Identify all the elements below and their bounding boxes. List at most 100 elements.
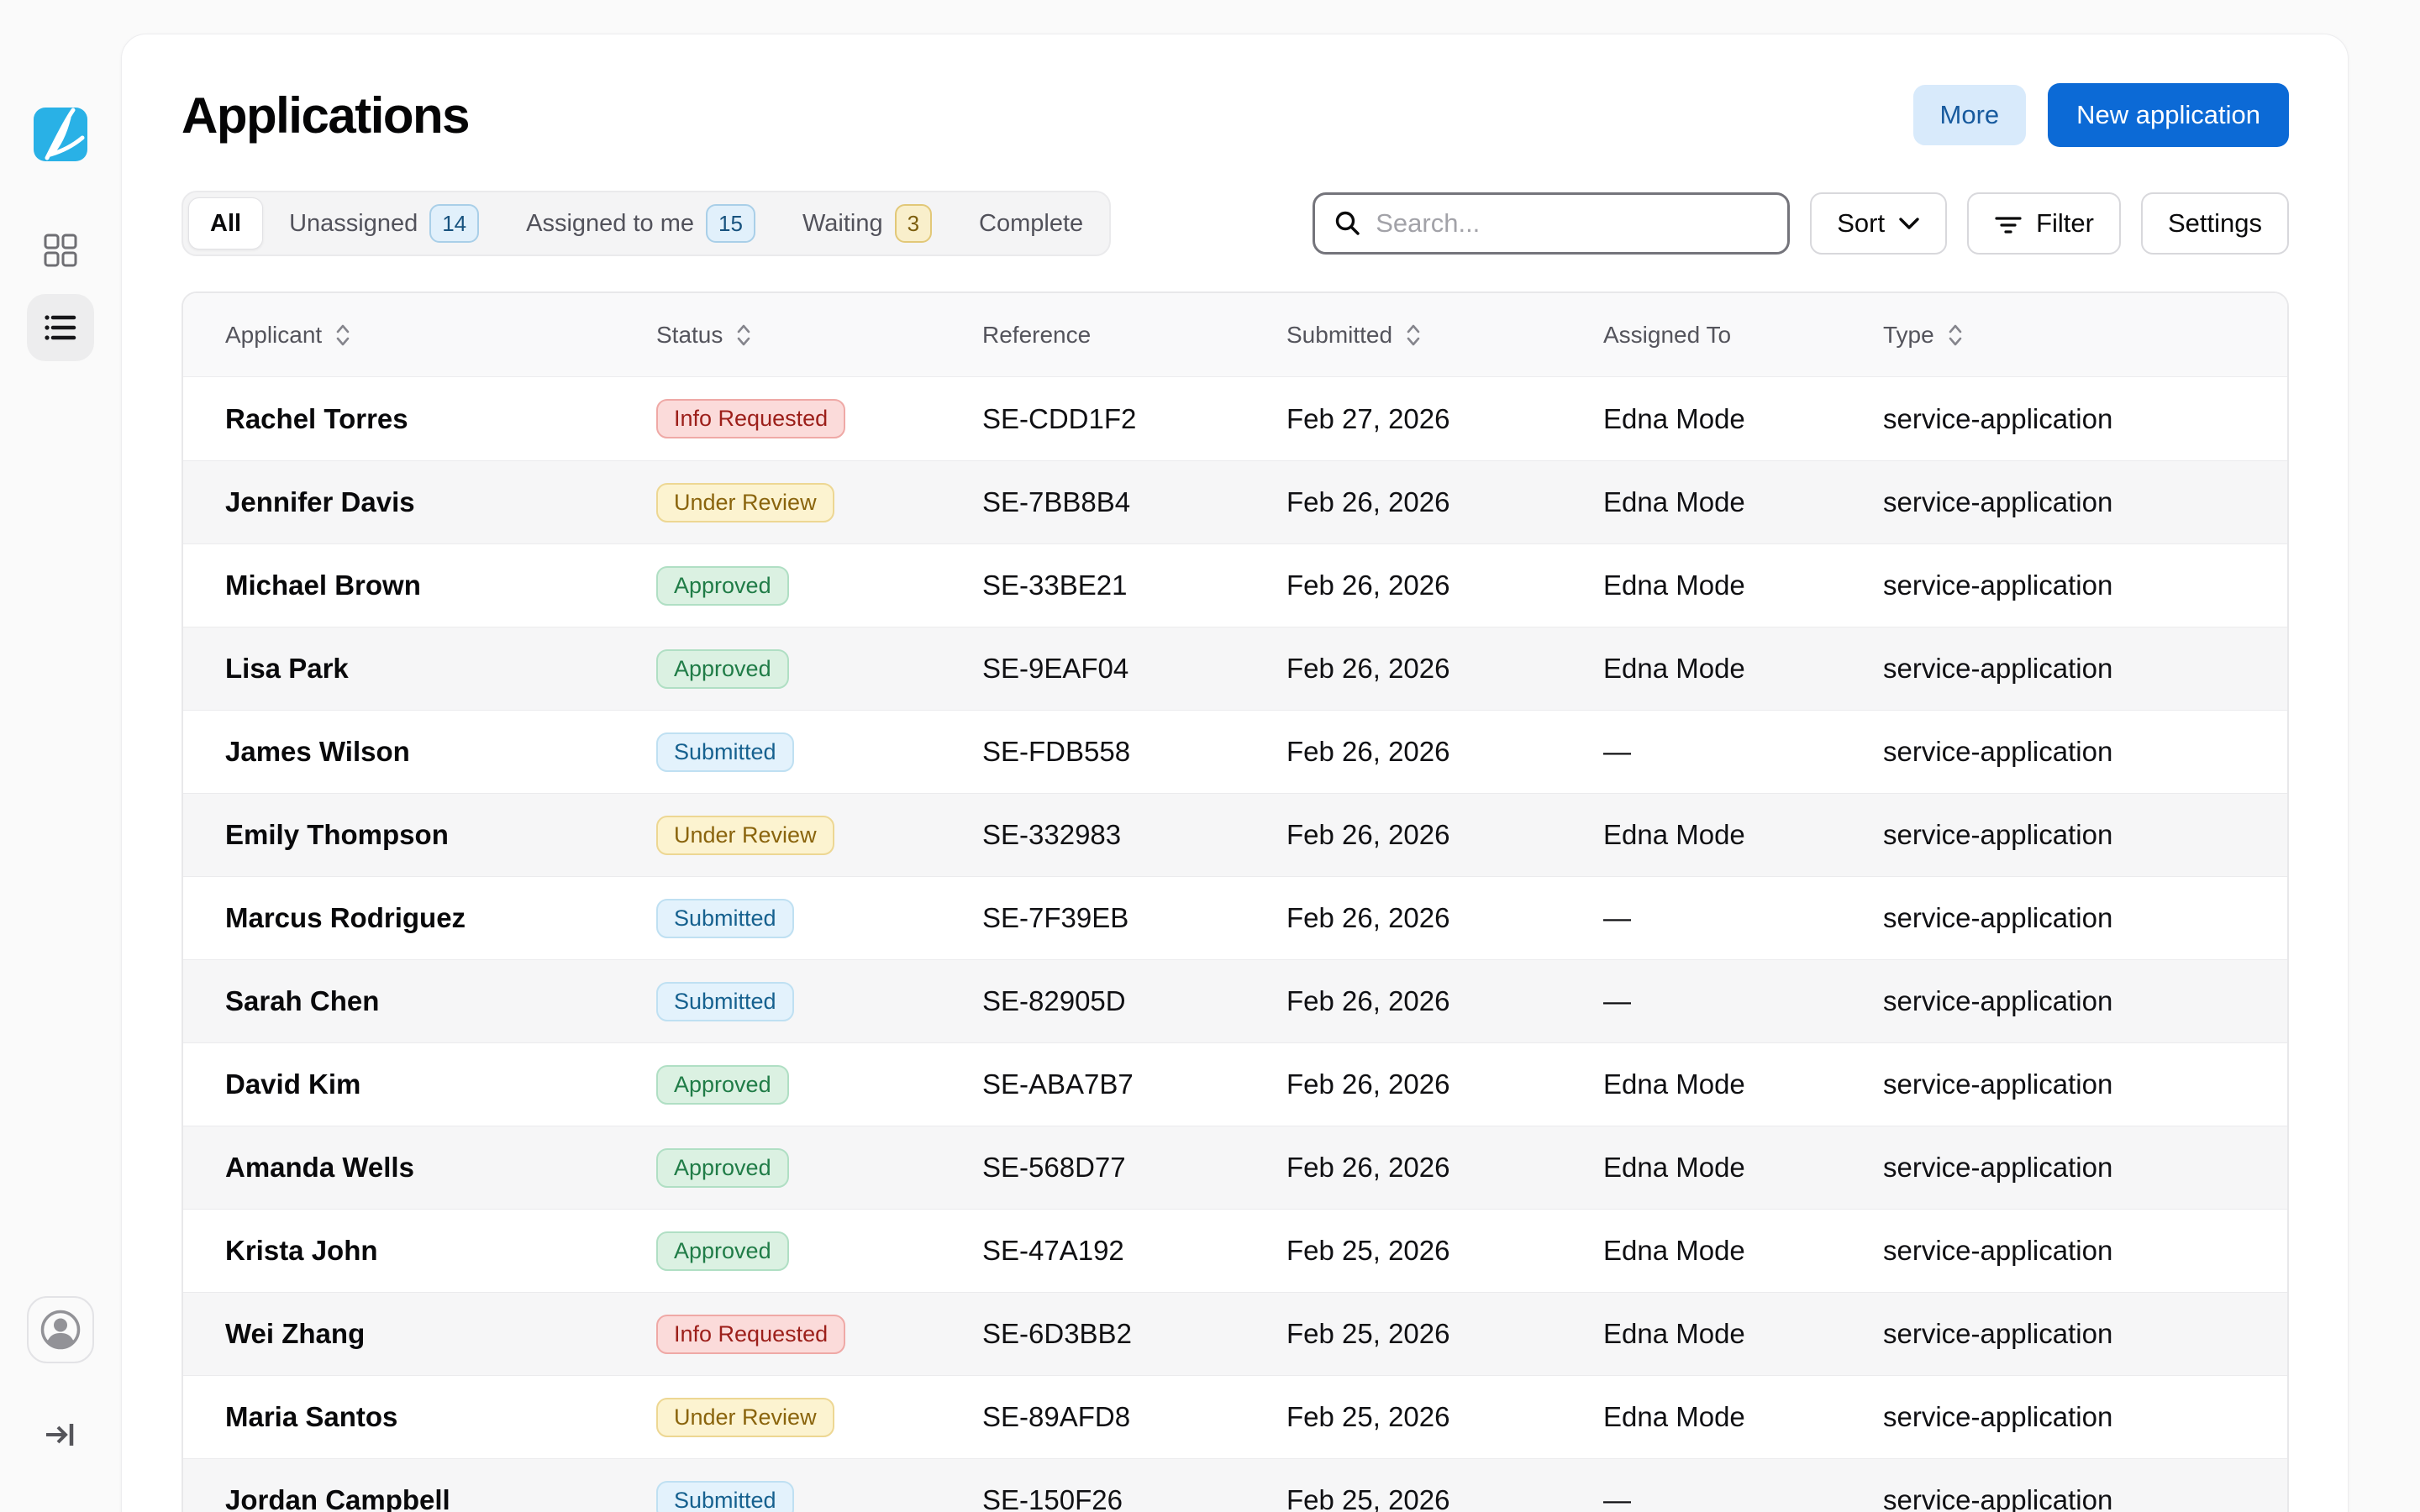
cell-reference: SE-33BE21 [982, 570, 1286, 601]
cell-assigned-to: — [1603, 1484, 1883, 1512]
filter-button[interactable]: Filter [1967, 192, 2121, 255]
cell-type: service-application [1883, 736, 2287, 768]
cell-assigned-to: — [1603, 985, 1883, 1017]
cell-reference: SE-7F39EB [982, 902, 1286, 934]
tab-label: Unassigned [289, 210, 418, 238]
new-application-button[interactable]: New application [2048, 83, 2289, 147]
tab-assigned-to-me[interactable]: Assigned to me 15 [505, 197, 776, 249]
table-row[interactable]: Wei Zhang Info Requested SE-6D3BB2 Feb 2… [183, 1292, 2287, 1375]
logout-button[interactable] [39, 1413, 82, 1457]
column-header-status[interactable]: Status [656, 322, 982, 349]
column-header-assigned-to: Assigned To [1603, 322, 1883, 349]
table-row[interactable]: Krista John Approved SE-47A192 Feb 25, 2… [183, 1209, 2287, 1292]
column-label: Assigned To [1603, 322, 1731, 349]
table-row[interactable]: David Kim Approved SE-ABA7B7 Feb 26, 202… [183, 1042, 2287, 1126]
table-row[interactable]: Lisa Park Approved SE-9EAF04 Feb 26, 202… [183, 627, 2287, 710]
cell-submitted: Feb 26, 2026 [1286, 985, 1603, 1017]
table-row[interactable]: Marcus Rodriguez Submitted SE-7F39EB Feb… [183, 876, 2287, 959]
cell-applicant: Maria Santos [225, 1401, 656, 1433]
status-badge: Approved [656, 1065, 789, 1105]
cell-status: Info Requested [656, 1315, 982, 1354]
cell-type: service-application [1883, 1152, 2287, 1184]
tab-label: Assigned to me [526, 210, 694, 238]
table-row[interactable]: James Wilson Submitted SE-FDB558 Feb 26,… [183, 710, 2287, 793]
cell-status: Submitted [656, 732, 982, 772]
cell-assigned-to: — [1603, 902, 1883, 934]
cell-applicant: Rachel Torres [225, 403, 656, 435]
tab-count-badge: 3 [895, 204, 932, 243]
cell-type: service-application [1883, 1318, 2287, 1350]
cell-reference: SE-ABA7B7 [982, 1068, 1286, 1100]
table-row[interactable]: Jordan Campbell Submitted SE-150F26 Feb … [183, 1458, 2287, 1512]
cell-applicant: Krista John [225, 1235, 656, 1267]
app-logo[interactable] [34, 108, 87, 161]
cell-assigned-to: Edna Mode [1603, 570, 1883, 601]
cell-status: Under Review [656, 483, 982, 522]
column-header-submitted[interactable]: Submitted [1286, 322, 1603, 349]
tab-unassigned[interactable]: Unassigned 14 [268, 197, 500, 249]
table-row[interactable]: Emily Thompson Under Review SE-332983 Fe… [183, 793, 2287, 876]
table-row[interactable]: Maria Santos Under Review SE-89AFD8 Feb … [183, 1375, 2287, 1458]
cell-reference: SE-150F26 [982, 1484, 1286, 1512]
cell-submitted: Feb 25, 2026 [1286, 1401, 1603, 1433]
table-row[interactable]: Amanda Wells Approved SE-568D77 Feb 26, … [183, 1126, 2287, 1209]
list-icon [44, 311, 77, 344]
table-row[interactable]: Michael Brown Approved SE-33BE21 Feb 26,… [183, 543, 2287, 627]
sidebar-item-applications[interactable] [27, 294, 94, 361]
sort-icon [334, 323, 351, 348]
filter-icon [1994, 211, 2023, 236]
header-actions: More New application [1913, 83, 2290, 147]
filter-button-label: Filter [2036, 208, 2094, 239]
column-header-applicant[interactable]: Applicant [225, 322, 656, 349]
cell-type: service-application [1883, 902, 2287, 934]
cell-submitted: Feb 26, 2026 [1286, 486, 1603, 518]
cell-type: service-application [1883, 1401, 2287, 1433]
cell-applicant: Amanda Wells [225, 1152, 656, 1184]
cell-status: Submitted [656, 899, 982, 938]
tab-complete[interactable]: Complete [958, 197, 1104, 249]
status-badge: Approved [656, 1148, 789, 1188]
user-icon [39, 1308, 82, 1352]
table-row[interactable]: Sarah Chen Submitted SE-82905D Feb 26, 2… [183, 959, 2287, 1042]
table-row[interactable]: Jennifer Davis Under Review SE-7BB8B4 Fe… [183, 460, 2287, 543]
grid-icon [44, 234, 77, 267]
cell-assigned-to: Edna Mode [1603, 1068, 1883, 1100]
status-badge: Under Review [656, 1398, 834, 1437]
cell-assigned-to: Edna Mode [1603, 1152, 1883, 1184]
cell-applicant: Michael Brown [225, 570, 656, 601]
cell-reference: SE-CDD1F2 [982, 403, 1286, 435]
tab-label: Waiting [802, 210, 883, 238]
column-header-type[interactable]: Type [1883, 322, 2287, 349]
sort-button-label: Sort [1837, 208, 1885, 239]
cell-applicant: Jennifer Davis [225, 486, 656, 518]
table-row[interactable]: Rachel Torres Info Requested SE-CDD1F2 F… [183, 377, 2287, 460]
more-button[interactable]: More [1913, 85, 2027, 145]
cell-submitted: Feb 26, 2026 [1286, 570, 1603, 601]
cell-status: Approved [656, 1148, 982, 1188]
sort-button[interactable]: Sort [1810, 192, 1947, 255]
cell-type: service-application [1883, 570, 2287, 601]
tab-all[interactable]: All [188, 197, 263, 249]
page-title: Applications [182, 87, 469, 144]
settings-button-label: Settings [2168, 208, 2262, 239]
cell-submitted: Feb 26, 2026 [1286, 653, 1603, 685]
status-badge: Approved [656, 649, 789, 689]
page-header: Applications More New application [182, 83, 2289, 147]
cell-submitted: Feb 26, 2026 [1286, 819, 1603, 851]
cell-submitted: Feb 26, 2026 [1286, 736, 1603, 768]
cell-status: Approved [656, 1231, 982, 1271]
cell-status: Under Review [656, 1398, 982, 1437]
cell-applicant: Sarah Chen [225, 985, 656, 1017]
sidebar-item-dashboard[interactable] [27, 217, 94, 284]
cell-submitted: Feb 26, 2026 [1286, 1152, 1603, 1184]
profile-button[interactable] [27, 1296, 94, 1363]
tab-waiting[interactable]: Waiting 3 [781, 197, 953, 249]
cell-type: service-application [1883, 1484, 2287, 1512]
logout-icon [42, 1416, 79, 1453]
cell-reference: SE-568D77 [982, 1152, 1286, 1184]
cell-applicant: Marcus Rodriguez [225, 902, 656, 934]
cell-reference: SE-9EAF04 [982, 653, 1286, 685]
settings-button[interactable]: Settings [2141, 192, 2289, 255]
search-input[interactable] [1376, 208, 1769, 239]
status-badge: Info Requested [656, 399, 845, 438]
